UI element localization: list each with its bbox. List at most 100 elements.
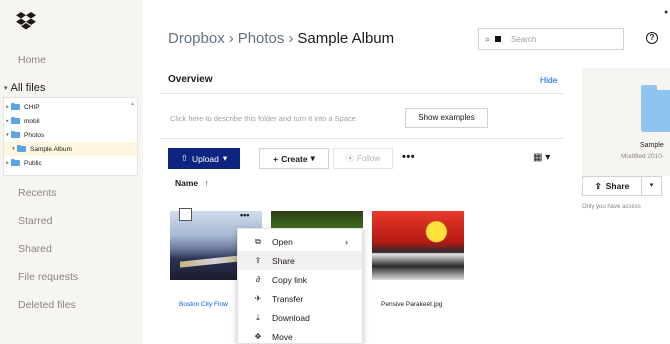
file-thumbnail-parakeet[interactable] xyxy=(372,211,464,280)
transfer-icon: ✈ xyxy=(254,294,262,303)
help-icon[interactable]: ? xyxy=(646,32,658,44)
sort-by-name[interactable]: Name ↑ xyxy=(175,178,209,188)
open-icon: ⧉ xyxy=(255,236,261,246)
tree-item-photos[interactable]: ▾ Photos xyxy=(4,128,137,142)
expand-icon[interactable]: ▸ xyxy=(4,118,11,124)
select-checkbox[interactable] xyxy=(179,208,192,221)
create-button[interactable]: + Create ▾ xyxy=(259,148,329,169)
divider xyxy=(160,93,564,94)
nav-recents[interactable]: Recents xyxy=(18,186,78,214)
folder-icon xyxy=(17,144,26,152)
share-dropdown-chevron-icon[interactable]: ▾ xyxy=(642,176,662,196)
collapse-icon[interactable]: ▾ xyxy=(4,132,11,138)
context-menu: ⧉ Open › ⇪ Share ∂ Copy link ✈ Transfer … xyxy=(237,228,363,344)
tree-item-sample-album[interactable]: ▾ Sample Album xyxy=(4,142,137,156)
download-icon: ⤓ xyxy=(256,312,260,322)
search-placeholder: Search xyxy=(511,34,537,44)
nav-all-files[interactable]: ▾ All files xyxy=(4,82,45,94)
folder-icon xyxy=(641,85,670,132)
share-icon: ⇪ xyxy=(254,256,262,265)
menu-item-move[interactable]: ✥ Move xyxy=(238,327,362,344)
chevron-down-icon: ▾ xyxy=(222,153,228,163)
plus-icon: + xyxy=(273,153,279,164)
chevron-down-icon: ▾ xyxy=(310,153,315,163)
share-label: Share xyxy=(605,181,630,191)
hide-overview-link[interactable]: Hide xyxy=(540,75,557,85)
grid-view-icon[interactable]: ▦ ▾ xyxy=(533,152,550,163)
rss-icon: ⦿ xyxy=(345,154,354,163)
upload-label: Upload xyxy=(191,153,219,164)
move-icon: ✥ xyxy=(254,332,262,341)
tree-item-label: Public xyxy=(24,159,42,167)
expand-icon[interactable]: ▸ xyxy=(4,160,11,166)
tree-item-label: mobil xyxy=(24,117,40,125)
nav-starred[interactable]: Starred xyxy=(18,214,78,242)
chevron-down-icon: ▾ xyxy=(4,85,8,92)
search-input[interactable]: ⌕ Search xyxy=(478,28,624,50)
dropbox-logo-icon[interactable] xyxy=(16,12,36,30)
sidebar: Home ▾ All files ▸ CHIP ▸ mobil ▾ Photos… xyxy=(0,0,143,344)
info-panel-modified: Modified 2010- xyxy=(621,153,664,160)
sidebar-links: Recents Starred Shared File requests Del… xyxy=(18,186,78,326)
tree-item-chip[interactable]: ▸ CHIP xyxy=(4,100,137,114)
file-name-parakeet[interactable]: Pensive Parakeet.jpg xyxy=(381,301,442,308)
tree-item-label: Sample Album xyxy=(30,145,72,153)
share-icon: ⇪ xyxy=(594,180,602,191)
divider xyxy=(160,138,564,139)
tree-item-label: Photos xyxy=(24,131,45,139)
info-panel-title: Sample xyxy=(640,142,664,149)
folder-icon xyxy=(11,102,20,110)
nav-home[interactable]: Home xyxy=(18,54,46,66)
show-examples-button[interactable]: Show examples xyxy=(405,108,488,128)
notification-dot-icon[interactable]: ● xyxy=(664,9,668,16)
menu-item-label: Open xyxy=(272,236,293,247)
menu-item-open[interactable]: ⧉ Open › xyxy=(238,232,362,251)
folder-tree: ▸ CHIP ▸ mobil ▾ Photos ▾ Sample Album ▸… xyxy=(3,97,138,176)
menu-item-download[interactable]: ⤓ Download xyxy=(238,308,362,327)
tree-item-label: CHIP xyxy=(24,103,40,111)
follow-button[interactable]: ⦿ Follow xyxy=(333,148,393,169)
search-icon: ⌕ xyxy=(485,33,491,44)
menu-item-share[interactable]: ⇪ Share xyxy=(238,251,362,270)
follow-label: Follow xyxy=(356,154,381,163)
upload-button[interactable]: ⇧ Upload ▾ xyxy=(168,148,240,169)
breadcrumb-current: Sample Album xyxy=(297,30,395,47)
scroll-up-icon[interactable]: ▲ xyxy=(130,101,135,107)
menu-item-label: Share xyxy=(272,255,295,266)
overview-title: Overview xyxy=(168,74,213,85)
nav-file-requests[interactable]: File requests xyxy=(18,270,78,298)
file-more-options-icon[interactable]: ••• xyxy=(240,210,249,220)
nav-deleted-files[interactable]: Deleted files xyxy=(18,298,78,326)
access-status: Only you have access xyxy=(582,204,641,210)
folder-description-prompt[interactable]: Click here to describe this folder and t… xyxy=(170,114,356,123)
menu-item-transfer[interactable]: ✈ Transfer xyxy=(238,289,362,308)
file-name-boston[interactable]: Boston City Flow xyxy=(179,301,228,308)
breadcrumb-root[interactable]: Dropbox xyxy=(168,30,225,47)
collapse-icon[interactable]: ▾ xyxy=(10,146,17,152)
chevron-right-icon: › xyxy=(345,236,348,247)
folder-icon xyxy=(11,116,20,124)
sort-arrow-icon: ↑ xyxy=(204,178,209,188)
more-options-icon[interactable]: ••• xyxy=(402,151,415,163)
menu-item-label: Download xyxy=(272,312,310,323)
breadcrumb-separator: › xyxy=(288,30,294,47)
folder-icon xyxy=(11,158,20,166)
menu-item-label: Copy link xyxy=(272,274,307,285)
breadcrumb-parent[interactable]: Photos xyxy=(238,30,285,47)
cursor-icon xyxy=(495,36,502,42)
nav-all-files-label: All files xyxy=(10,82,46,94)
breadcrumb: Dropbox › Photos › Sample Album xyxy=(168,30,394,47)
breadcrumb-separator: › xyxy=(228,30,234,47)
tree-item-public[interactable]: ▸ Public xyxy=(4,156,137,170)
menu-item-label: Transfer xyxy=(272,293,304,304)
share-button[interactable]: ⇪ Share xyxy=(582,176,642,196)
link-icon: ∂ xyxy=(256,275,260,284)
expand-icon[interactable]: ▸ xyxy=(4,104,11,110)
nav-shared[interactable]: Shared xyxy=(18,242,78,270)
upload-icon: ⇧ xyxy=(180,153,188,163)
menu-item-copy-link[interactable]: ∂ Copy link xyxy=(238,270,362,289)
menu-item-label: Move xyxy=(272,331,293,342)
tree-item-mobil[interactable]: ▸ mobil xyxy=(4,114,137,128)
folder-icon xyxy=(11,130,20,138)
create-label: Create xyxy=(281,153,308,164)
